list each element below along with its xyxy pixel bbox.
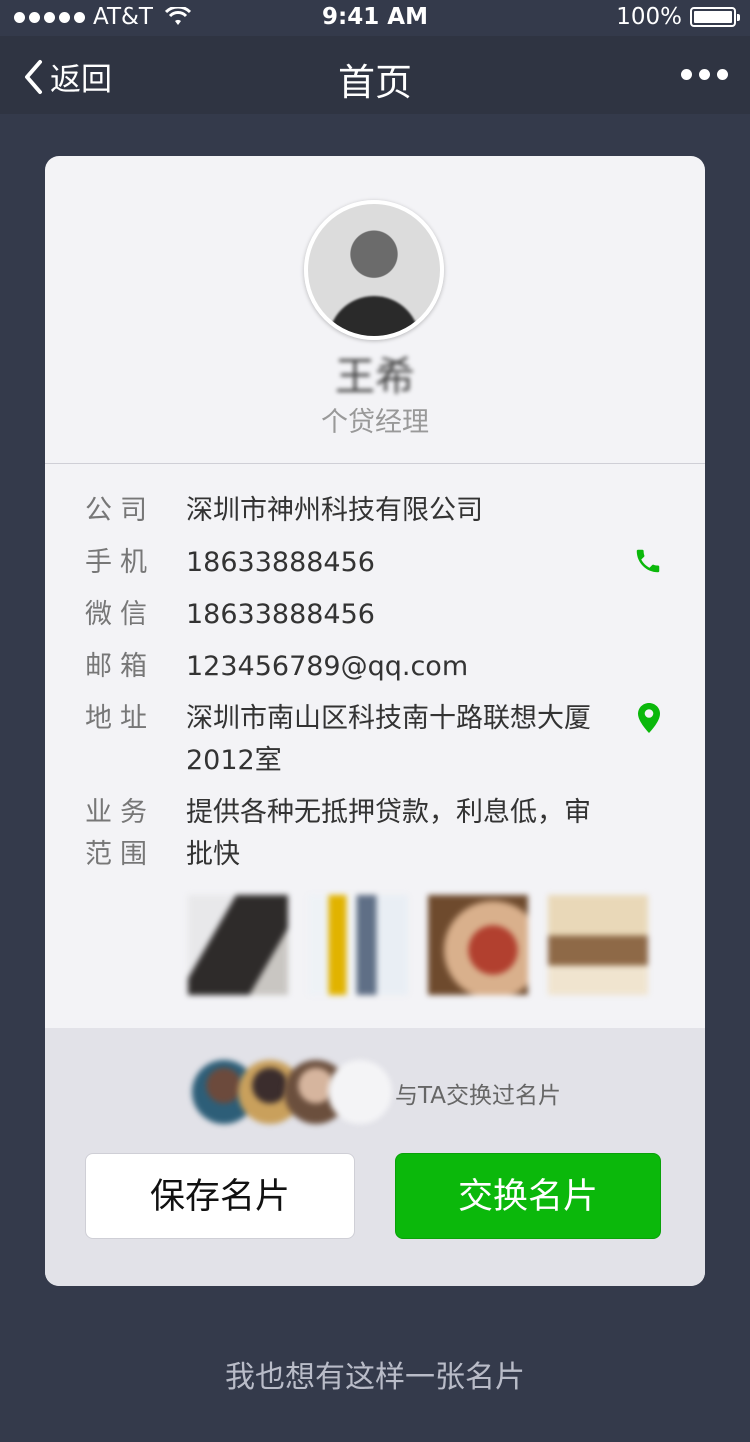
battery-percent: 100% [616,4,682,30]
battery-info: 100% [616,4,740,30]
exchange-section: 与TA交换过名片 保存名片 交换名片 [45,1028,705,1286]
card-header: 王希 个贷经理 [45,156,705,464]
wechat-label: 微信 [85,599,155,630]
save-card-button[interactable]: 保存名片 [85,1153,355,1239]
photo-thumbnail[interactable] [188,895,288,995]
exchange-card-button[interactable]: 交换名片 [395,1153,661,1239]
photo-thumbnail[interactable] [428,895,528,995]
address-value[interactable]: 深圳市南山区科技南十路联想大厦2012室 [186,698,596,782]
company-label: 公司 [85,495,155,526]
status-bar: AT&T 9:41 AM 100% [0,0,750,36]
email-value[interactable]: 123456789@qq.com [186,646,596,688]
battery-icon [690,7,740,27]
phone-label: 手机 [85,547,155,578]
person-name: 王希 [335,354,415,400]
email-label: 邮箱 [85,651,155,682]
location-pin-icon[interactable] [637,702,661,734]
exchanged-avatars[interactable] [192,1060,392,1124]
page-title: 首页 [338,61,412,104]
business-scope-label: 业务范围 [85,797,155,870]
avatar [328,1060,392,1124]
navigation-bar: 返回 首页 [0,36,750,114]
business-scope-value: 提供各种无抵押贷款，利息低，审批快 [186,797,591,870]
company-value: 深圳市神州科技有限公司 [186,495,483,526]
exchanged-text: 与TA交换过名片 [395,1083,561,1109]
phone-value[interactable]: 18633888456 [186,542,596,584]
avatar[interactable] [304,200,444,340]
address-label: 地址 [85,703,155,734]
photo-thumbnail[interactable] [548,895,648,995]
more-options-icon[interactable] [681,69,728,80]
phone-icon[interactable] [633,546,663,576]
create-card-link[interactable]: 我也想有这样一张名片 [0,1352,750,1396]
photo-thumbnail[interactable] [308,895,408,995]
wechat-value: 18633888456 [186,599,375,630]
business-card: 王希 个贷经理 公司 深圳市神州科技有限公司 手机 18633888456 微信… [45,156,705,1286]
person-job-title: 个贷经理 [321,407,429,438]
photo-gallery [188,895,648,995]
